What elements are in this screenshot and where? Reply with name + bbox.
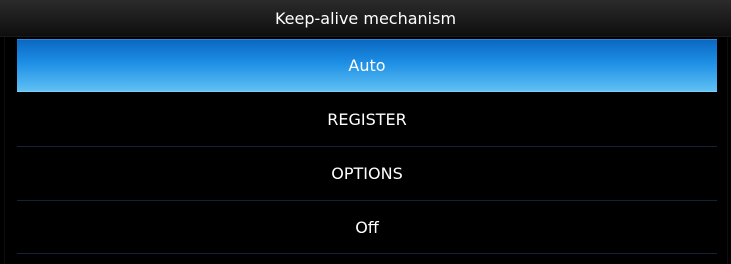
keep-alive-dialog: Keep-alive mechanism Auto REGISTER OPTIO… bbox=[0, 0, 731, 264]
dialog-title: Keep-alive mechanism bbox=[0, 0, 731, 37]
option-register[interactable]: REGISTER bbox=[17, 93, 717, 146]
option-label: OPTIONS bbox=[331, 164, 403, 183]
option-label: REGISTER bbox=[327, 110, 407, 129]
option-options[interactable]: OPTIONS bbox=[17, 147, 717, 200]
option-label: Auto bbox=[348, 56, 386, 75]
list-divider bbox=[17, 253, 717, 254]
option-label: Off bbox=[355, 218, 379, 237]
option-off[interactable]: Off bbox=[17, 201, 717, 254]
option-auto[interactable]: Auto bbox=[17, 39, 717, 92]
